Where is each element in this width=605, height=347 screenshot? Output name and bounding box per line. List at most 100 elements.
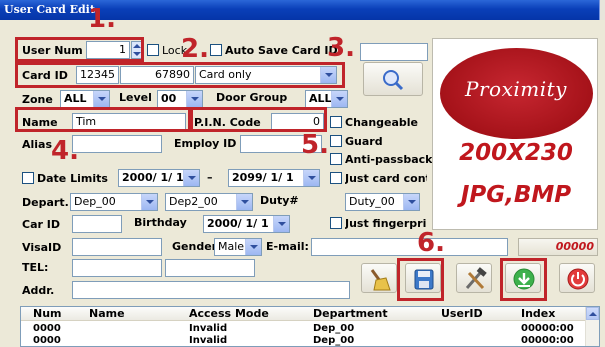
column-header-num[interactable]: Num (33, 307, 62, 321)
card-photo[interactable]: Proximity 200X230 JPG,BMP (432, 38, 598, 230)
cell-num: 0000 (33, 335, 61, 346)
auto-save-card-id-label: Auto Save Card ID (225, 44, 338, 57)
date-range-dash: – (207, 171, 213, 184)
annotation-number-2: 2. (181, 34, 209, 64)
table-header: Num Name Access Mode Department UserID I… (21, 307, 599, 321)
chevron-down-icon (331, 91, 347, 107)
chevron-down-icon (93, 91, 109, 107)
search-card-button[interactable] (363, 62, 423, 96)
guard-checkbox[interactable] (330, 135, 342, 147)
column-header-access-mode[interactable]: Access Mode (189, 307, 269, 321)
annotation-number-1: 1. (88, 4, 116, 34)
anti-passback-checkbox[interactable] (330, 153, 342, 165)
address-input[interactable] (72, 281, 350, 299)
tel-label: TEL: (22, 261, 49, 274)
scroll-up-icon[interactable] (586, 307, 599, 320)
date-to-value: 2099/ 1/ 1 (232, 171, 294, 184)
magnifier-icon (383, 70, 404, 91)
cell-num: 0000 (33, 323, 61, 334)
annotation-box-6a (397, 258, 444, 301)
alias-input[interactable] (72, 135, 162, 153)
just-fingerprint-label: Just fingerprin (345, 217, 427, 230)
email-input[interactable] (311, 238, 508, 256)
broom-icon (370, 269, 391, 291)
chevron-down-icon (141, 194, 157, 210)
title-bar-edge (599, 0, 605, 20)
exit-button[interactable] (559, 263, 595, 293)
address-label: Addr. (22, 284, 55, 297)
cell-access-mode: Invalid (189, 323, 228, 334)
door-group-label: Door Group (216, 91, 288, 104)
cell-index: 00000:00 (521, 335, 574, 346)
chevron-down-icon (186, 91, 202, 107)
just-fingerprint-checkbox[interactable] (330, 217, 342, 229)
birthday-value: 2000/ 1/ 1 (207, 217, 269, 230)
chevron-down-icon (303, 170, 319, 186)
gender-select[interactable]: Male (214, 238, 262, 256)
auto-save-card-id-checkbox[interactable] (210, 44, 222, 56)
auto-save-card-id-input[interactable] (360, 43, 428, 61)
column-header-index[interactable]: Index (521, 307, 555, 321)
guard-label: Guard (345, 135, 383, 148)
annotation-number-6: 6. (417, 228, 445, 258)
zone-label: Zone (22, 93, 53, 106)
anti-passback-label: Anti-passback (345, 153, 433, 166)
chevron-down-icon (403, 194, 419, 210)
visa-id-label: VisaID (22, 241, 62, 254)
car-id-label: Car ID (22, 218, 60, 231)
column-header-department[interactable]: Department (313, 307, 388, 321)
photo-format-text: JPG,BMP (460, 182, 572, 208)
chevron-down-icon (273, 216, 289, 232)
cell-department: Dep_00 (313, 323, 355, 334)
birthday-picker[interactable]: 2000/ 1/ 1 (203, 215, 290, 233)
duty-select[interactable]: Duty_00 (345, 193, 420, 211)
window-title: User Card Edit (4, 3, 95, 16)
table-scrollbar[interactable] (585, 307, 599, 346)
date-limits-label: Date Limits (37, 172, 108, 185)
date-from-value: 2000/ 1/ 1 (122, 171, 184, 184)
changeable-label: Changeable (345, 116, 419, 129)
photo-size-text: 200X230 (459, 140, 573, 166)
date-from-picker[interactable]: 2000/ 1/ 1 (118, 169, 200, 187)
duty-value: Duty_00 (349, 195, 395, 208)
power-icon (567, 268, 589, 290)
annotation-number-3: 3. (327, 33, 355, 63)
hammer-wrench-icon (465, 267, 487, 290)
photo-title: Proximity (465, 77, 567, 101)
lock-checkbox[interactable] (147, 44, 159, 56)
department-select[interactable]: Dep_00 (70, 193, 158, 211)
user-list-table[interactable]: Num Name Access Mode Department UserID I… (20, 306, 600, 347)
annotation-box-2 (15, 62, 345, 88)
column-header-name[interactable]: Name (89, 307, 125, 321)
annotation-number-5: 5. (301, 130, 329, 160)
just-card-control-checkbox[interactable] (330, 172, 342, 184)
door-group-select[interactable]: ALL (305, 90, 348, 108)
department2-select[interactable]: Dep2_00 (165, 193, 253, 211)
gender-label: Gender (172, 240, 218, 253)
annotation-box-5 (190, 107, 327, 132)
door-group-value: ALL (309, 92, 332, 105)
zone-select[interactable]: ALL (60, 90, 110, 108)
tel-input-2[interactable] (165, 259, 255, 277)
department-value: Dep_00 (74, 195, 116, 208)
clean-button[interactable] (361, 263, 397, 293)
code-display: 00000 (518, 238, 598, 256)
changeable-checkbox[interactable] (330, 116, 342, 128)
visa-id-input[interactable] (72, 238, 162, 256)
tools-button[interactable] (456, 263, 492, 293)
department2-value: Dep2_00 (169, 195, 218, 208)
chevron-down-icon (183, 170, 199, 186)
gender-value: Male (218, 240, 245, 253)
just-card-control-label: Just card contro (345, 172, 427, 185)
column-header-userid[interactable]: UserID (441, 307, 483, 321)
date-to-picker[interactable]: 2099/ 1/ 1 (228, 169, 320, 187)
zone-value: ALL (64, 92, 87, 105)
level-select[interactable]: 00 (157, 90, 203, 108)
date-limits-checkbox[interactable] (22, 172, 34, 184)
car-id-input[interactable] (72, 215, 122, 233)
annotation-box-1 (15, 37, 144, 62)
chevron-down-icon (245, 239, 261, 255)
chevron-down-icon (236, 194, 252, 210)
tel-input-1[interactable] (72, 259, 162, 277)
annotation-box-6b (500, 258, 547, 301)
